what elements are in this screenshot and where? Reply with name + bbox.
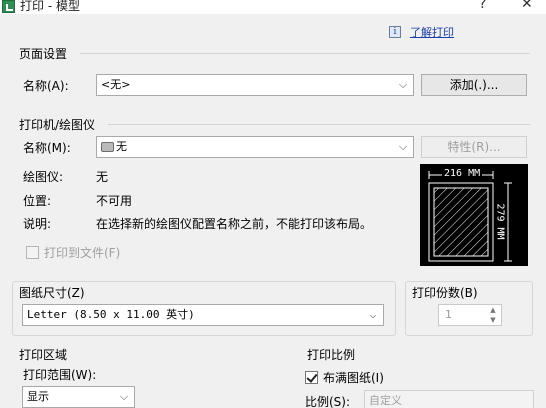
plot-range-value: 显示: [27, 390, 49, 403]
chevron-down-icon: ⌵: [369, 308, 377, 321]
chevron-down-icon: ⌵: [398, 78, 408, 91]
scale-combo[interactable]: 自定义: [364, 390, 534, 408]
page-setup-name-label: 名称(A):: [23, 79, 69, 93]
printer-name-value: 无: [116, 140, 127, 153]
preview-width-label: 216 MM: [442, 168, 483, 179]
paper-size-combo[interactable]: Letter (8.50 x 11.00 英寸) ⌵: [22, 304, 384, 326]
printer-icon: [101, 142, 114, 152]
spin-up-icon[interactable]: ▲: [486, 305, 500, 315]
plotter-label: 绘图仪:: [23, 170, 64, 184]
paper-size-value: Letter (8.50 x 11.00 英寸): [27, 308, 195, 321]
plot-range-label: 打印范围(W):: [23, 368, 97, 382]
info-icon: i: [389, 26, 401, 38]
location-value: 不可用: [96, 194, 133, 208]
plot-range-combo[interactable]: 显示 ⌵: [22, 386, 135, 408]
printer-separator: [108, 124, 530, 125]
printer-name-label: 名称(M):: [23, 141, 71, 155]
scale-label: 比例(S):: [305, 395, 351, 408]
learn-printing-link[interactable]: 了解打印: [410, 24, 454, 40]
add-button[interactable]: 添加(.)...: [421, 74, 527, 96]
scale-value: 自定义: [369, 394, 402, 407]
print-to-file-checkbox[interactable]: [26, 246, 39, 259]
print-preview: 216 MM 279 MM: [420, 164, 528, 266]
paper-size-title: 图纸尺寸(Z): [19, 286, 85, 300]
copies-title: 打印份数(B): [412, 286, 478, 300]
copies-value: 1: [445, 308, 452, 321]
plot-scale-title: 打印比例: [307, 348, 356, 362]
spin-down-icon[interactable]: ▼: [486, 315, 500, 325]
print-to-file-label: 打印到文件(F): [44, 246, 121, 260]
fit-to-paper-label: 布满图纸(I): [323, 371, 384, 385]
description-label: 说明:: [23, 217, 52, 231]
printer-name-combo[interactable]: 无 ⌵: [96, 136, 414, 158]
app-icon: [2, 0, 15, 13]
close-button[interactable]: ✕: [521, 0, 533, 12]
page-setup-name-value: <无>: [101, 78, 131, 91]
description-value: 在选择新的绘图仪配置名称之前，不能打印该布局。: [96, 217, 373, 231]
plot-area-title: 打印区域: [19, 348, 68, 362]
printer-title: 打印机/绘图仪: [19, 118, 96, 132]
plotter-value: 无: [96, 170, 109, 184]
page-setup-name-combo[interactable]: <无> ⌵: [96, 74, 414, 96]
preview-drawing: [428, 171, 512, 262]
chevron-down-icon: ⌵: [398, 140, 408, 153]
page-setup-title: 页面设置: [19, 47, 68, 61]
title-bar: 打印 - 模型 ? ✕: [0, 0, 546, 14]
preview-height-label: 279 MM: [494, 201, 506, 242]
page-setup-separator: [80, 53, 530, 54]
properties-button[interactable]: 特性(R)...: [421, 136, 527, 158]
help-button[interactable]: ?: [479, 0, 486, 12]
window-title: 打印 - 模型: [20, 0, 80, 13]
location-label: 位置:: [23, 194, 52, 208]
chevron-down-icon: ⌵: [119, 390, 129, 403]
fit-to-paper-checkbox[interactable]: [305, 371, 318, 384]
